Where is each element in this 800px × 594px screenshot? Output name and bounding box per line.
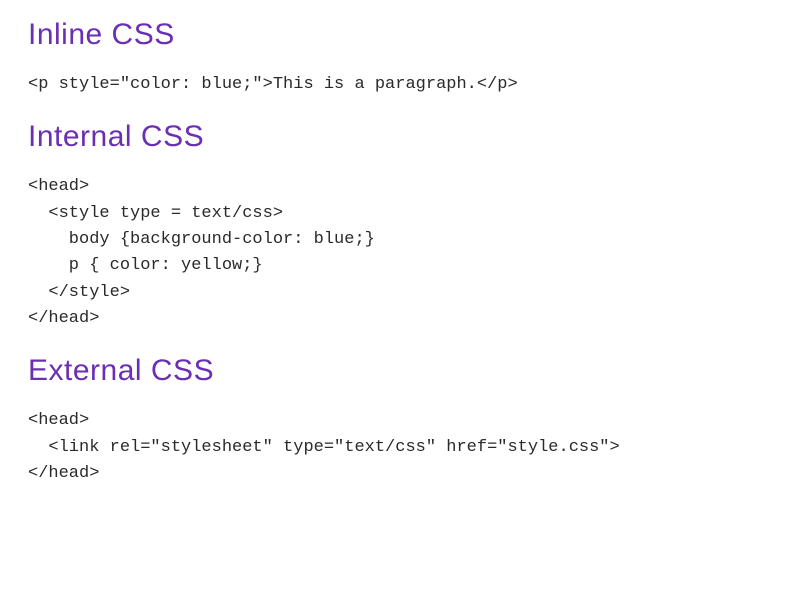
code-external-css: <head> <link rel="stylesheet" type="text… <box>28 408 772 487</box>
code-internal-css: <head> <style type = text/css> body {bac… <box>28 174 772 332</box>
heading-inline-css: Inline CSS <box>28 18 772 52</box>
heading-internal-css: Internal CSS <box>28 120 772 154</box>
heading-external-css: External CSS <box>28 354 772 388</box>
code-inline-css: <p style="color: blue;">This is a paragr… <box>28 72 772 98</box>
